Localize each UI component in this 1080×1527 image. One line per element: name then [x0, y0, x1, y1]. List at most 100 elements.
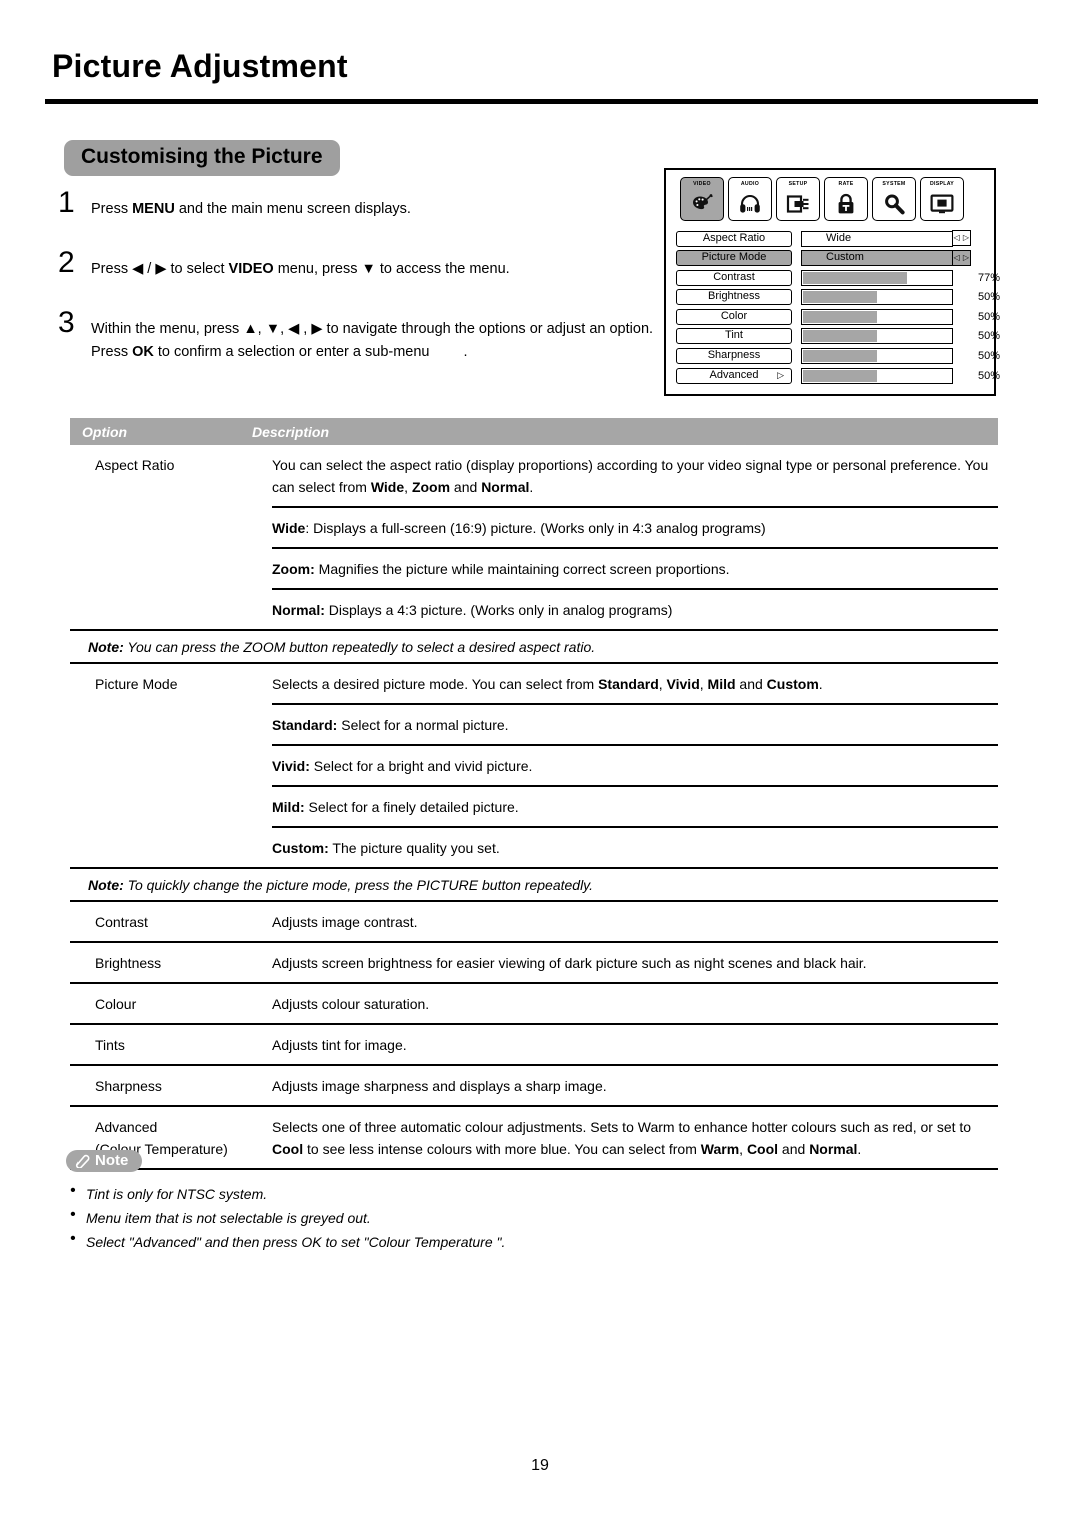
- instruction-step-2: 2 Press ◀ / ▶ to select VIDEO menu, press…: [58, 246, 658, 302]
- table-cell-option: Contrast: [95, 914, 148, 930]
- table-note-row: Note: To quickly change the picture mode…: [70, 867, 998, 902]
- table-cell-option-spacer: [70, 785, 272, 826]
- monitor-icon: [921, 187, 963, 220]
- table-cell-option-spacer: [70, 588, 272, 629]
- table-note-row: Note: You can press the ZOOM button repe…: [70, 629, 998, 664]
- table-cell-description: Custom: The picture quality you set.: [272, 826, 998, 867]
- table-row: Brightness Adjusts screen brightness for …: [70, 943, 998, 982]
- table-cell-option-spacer: [70, 547, 272, 588]
- osd-slider-track[interactable]: [801, 328, 953, 345]
- osd-slider-percent: 50%: [977, 291, 1000, 304]
- bullet-icon: •: [70, 1230, 76, 1247]
- osd-slider-percent: 50%: [977, 350, 1000, 363]
- manual-page: Picture Adjustment Customising the Pictu…: [0, 0, 1080, 1527]
- note-badge-label: Note: [95, 1152, 129, 1169]
- osd-row[interactable]: Contrast 77%: [676, 269, 1000, 286]
- table-subrow: Vivid: Select for a bright and vivid pic…: [70, 744, 998, 785]
- note-list-item-text: Select "Advanced" and then press OK to s…: [86, 1234, 506, 1250]
- osd-tab-audio[interactable]: AUDIO: [728, 177, 772, 221]
- table-cell-description: Adjusts image contrast.: [272, 914, 418, 930]
- table-row: Sharpness Adjusts image sharpness and dis…: [70, 1066, 998, 1105]
- table-cell-option: Aspect Ratio: [95, 457, 175, 473]
- table-row: Aspect Ratio You can select the aspect ra…: [70, 445, 998, 506]
- osd-slider-fill: [803, 271, 907, 284]
- osd-item-label[interactable]: Aspect Ratio: [676, 230, 792, 247]
- osd-tab-display[interactable]: DISPLAY: [920, 177, 964, 221]
- table-cell-option-spacer: [70, 826, 272, 867]
- table-cell-description: You can select the aspect ratio (display…: [272, 457, 989, 495]
- step-number: 1: [58, 186, 75, 219]
- note-list-item: • Select "Advanced" and then press OK to …: [66, 1230, 866, 1254]
- osd-row[interactable]: Advanced ▷ 50%: [676, 367, 1000, 384]
- lock-icon: [825, 187, 867, 220]
- instruction-step-1: 1 Press MENU and the main menu screen dis…: [58, 186, 658, 242]
- table-note-text: You can press the ZOOM button repeatedly…: [123, 639, 596, 655]
- osd-item-label[interactable]: Tint: [676, 328, 792, 345]
- osd-tab-system[interactable]: SYSTEM: [872, 177, 916, 221]
- table-subrow: Wide: Displays a full-screen (16:9) pict…: [70, 506, 998, 547]
- osd-slider-fill: [803, 291, 877, 304]
- palette-icon: [681, 187, 723, 220]
- table-cell-description: Zoom: Magnifies the picture while mainta…: [272, 547, 998, 588]
- osd-tab-bar: VIDEO AUDIO SETUP RATE SYSTEM DISPLAY: [680, 177, 964, 221]
- options-table: Option Description Aspect Ratio You can s…: [70, 418, 998, 1170]
- osd-item-label[interactable]: Contrast: [676, 269, 792, 286]
- table-note-lead: Note:: [88, 877, 124, 893]
- osd-tab-setup[interactable]: SETUP: [776, 177, 820, 221]
- plug-icon: [777, 187, 819, 220]
- table-row: Colour Adjusts colour saturation.: [70, 984, 998, 1023]
- osd-row[interactable]: Tint 50%: [676, 328, 1000, 345]
- osd-slider-track[interactable]: [801, 308, 953, 325]
- osd-item-value[interactable]: Wide ◁ ▷: [801, 230, 971, 247]
- table-cell-option: Tints: [95, 1037, 125, 1053]
- table-cell-description: Selects a desired picture mode. You can …: [272, 676, 823, 692]
- osd-item-label[interactable]: Advanced ▷: [676, 367, 792, 384]
- osd-row[interactable]: Picture Mode Custom ◁ ▷: [676, 249, 988, 267]
- table-cell-description: Normal: Displays a 4:3 picture. (Works o…: [272, 588, 998, 629]
- osd-tab-video[interactable]: VIDEO: [680, 177, 724, 221]
- osd-slider-track[interactable]: [801, 367, 953, 384]
- osd-row[interactable]: Sharpness 50%: [676, 348, 1000, 365]
- osd-item-label[interactable]: Color: [676, 308, 792, 325]
- headphones-icon: [729, 187, 771, 220]
- table-header-row: Option Description: [70, 418, 998, 445]
- table-cell-option: Picture Mode: [95, 676, 178, 692]
- osd-slider-track[interactable]: [801, 269, 953, 286]
- bullet-icon: •: [70, 1182, 76, 1199]
- osd-slider-fill: [803, 330, 877, 343]
- submenu-arrow-icon: ▷: [777, 369, 784, 380]
- osd-item-label[interactable]: Brightness: [676, 289, 792, 306]
- note-list-item: • Menu item that is not selectable is gre…: [66, 1206, 866, 1230]
- osd-item-label[interactable]: Sharpness: [676, 348, 792, 365]
- step-number: 2: [58, 246, 75, 279]
- osd-tab-rate[interactable]: RATE: [824, 177, 868, 221]
- table-cell-description: Adjusts screen brightness for easier vie…: [272, 955, 867, 971]
- table-subrow: Normal: Displays a 4:3 picture. (Works o…: [70, 588, 998, 629]
- title-divider: [45, 99, 1038, 105]
- table-subrow: Zoom: Magnifies the picture while mainta…: [70, 547, 998, 588]
- osd-item-label[interactable]: Picture Mode: [676, 250, 792, 267]
- osd-slider-percent: 77%: [977, 271, 1000, 284]
- pencil-icon: [74, 1153, 91, 1168]
- table-note-text: To quickly change the picture mode, pres…: [123, 877, 594, 893]
- osd-row[interactable]: Brightness 50%: [676, 289, 1000, 306]
- table-cell-description: Wide: Displays a full-screen (16:9) pict…: [272, 506, 998, 547]
- instruction-step-3: 3 Within the menu, press ▲, ▼, ◀ , ▶ to n…: [58, 306, 658, 364]
- osd-slider-track[interactable]: [801, 289, 953, 306]
- step-text: Within the menu, press ▲, ▼, ◀ , ▶ to na…: [91, 321, 654, 360]
- osd-menu-diagram: VIDEO AUDIO SETUP RATE SYSTEM DISPLAY Aspect …: [664, 168, 1000, 396]
- osd-slider-percent: 50%: [977, 310, 1000, 323]
- table-cell-description: Vivid: Select for a bright and vivid pic…: [272, 744, 998, 785]
- osd-item-value[interactable]: Custom ◁ ▷: [801, 249, 971, 267]
- column-header-option: Option: [82, 423, 128, 440]
- osd-left-right-arrows-icon[interactable]: ◁ ▷: [952, 230, 971, 247]
- osd-left-right-arrows-icon[interactable]: ◁ ▷: [952, 249, 971, 266]
- note-box: Note • Tint is only for NTSC system. • Menu…: [66, 1150, 866, 1254]
- osd-slider-fill: [803, 350, 877, 363]
- table-cell-description: Adjusts colour saturation.: [272, 996, 430, 1012]
- osd-slider-track[interactable]: [801, 348, 953, 365]
- osd-row[interactable]: Aspect Ratio Wide ◁ ▷: [676, 230, 988, 247]
- osd-row[interactable]: Color 50%: [676, 308, 1000, 325]
- table-cell-description: Mild: Select for a finely detailed pictu…: [272, 785, 998, 826]
- section-heading: Customising the Picture: [64, 140, 340, 176]
